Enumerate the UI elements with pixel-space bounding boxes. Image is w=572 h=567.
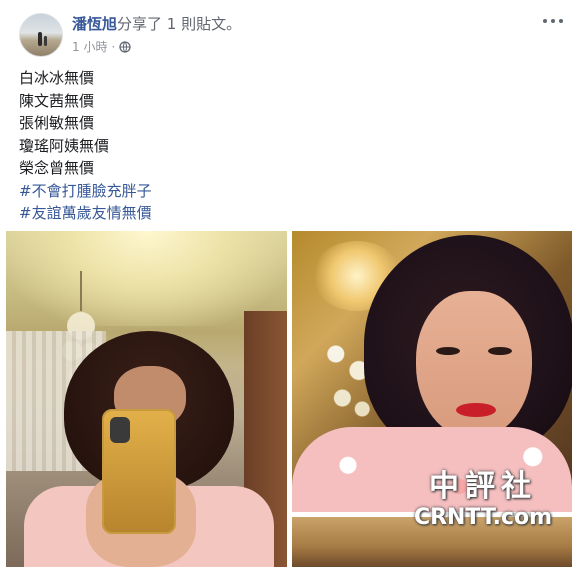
hashtag-link[interactable]: #友誼萬歲友情無價 <box>19 202 152 225</box>
hashtag-link[interactable]: #不會打腫臉充胖子 <box>19 180 152 203</box>
post-message: 白冰冰無價 陳文茜無價 張俐敏無價 瓊瑤阿姨無價 榮念曾無價 #不會打腫臉充胖子… <box>19 67 152 225</box>
dot-icon <box>551 19 555 23</box>
dot-icon <box>559 19 563 23</box>
photo-selfie-closeup[interactable] <box>292 231 572 512</box>
sweater-shape <box>292 427 572 512</box>
message-line: 白冰冰無價 <box>19 69 95 87</box>
more-options-icon[interactable] <box>543 14 563 28</box>
post-timestamp[interactable]: 1 小時 <box>72 38 107 55</box>
avatar-figure-2 <box>44 36 47 46</box>
globe-icon[interactable] <box>119 40 131 53</box>
message-line: 張俐敏無價 <box>19 114 95 132</box>
message-line: 榮念曾無價 <box>19 159 95 177</box>
avatar-figure <box>38 32 42 46</box>
face-shape <box>416 291 532 439</box>
camera-lens <box>110 417 130 443</box>
photo-grid <box>6 231 572 567</box>
message-line: 陳文茜無價 <box>19 91 95 110</box>
share-action-text: 分享了 1 則貼文。 <box>117 15 242 33</box>
message-line: 瓊瑤阿姨無價 <box>19 136 110 155</box>
author-name[interactable]: 潘恆旭 <box>72 15 117 33</box>
post-header: 潘恆旭分享了 1 則貼文。 <box>72 14 241 34</box>
smartphone-graphic <box>102 409 176 534</box>
feed-post: 潘恆旭分享了 1 則貼文。 1 小時 · 白冰冰無價 陳文茜無價 張俐敏無價 瓊… <box>0 0 572 567</box>
photo-mirror-selfie[interactable] <box>6 231 287 567</box>
eye-shape <box>488 347 512 355</box>
meta-separator: · <box>111 39 116 54</box>
photo-third[interactable] <box>292 517 572 567</box>
post-meta: 1 小時 · <box>72 38 131 55</box>
eye-shape <box>436 347 460 355</box>
lips-shape <box>456 403 496 417</box>
dot-icon <box>543 19 547 23</box>
author-avatar[interactable] <box>19 13 63 57</box>
